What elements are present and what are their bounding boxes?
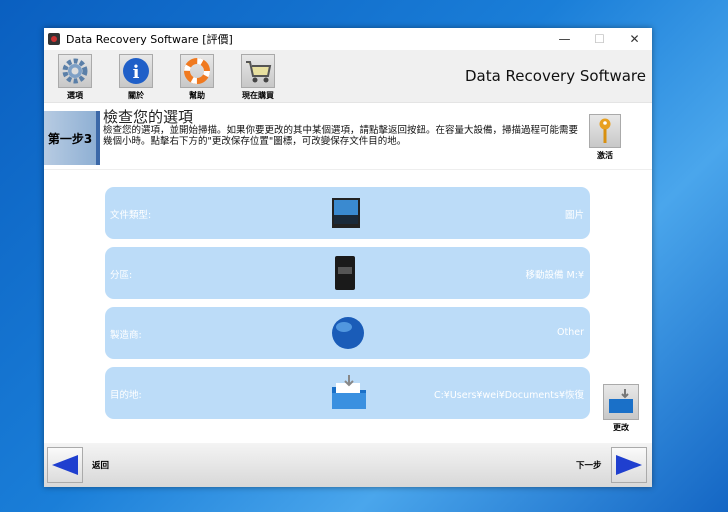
next-label: 下一步: [576, 461, 602, 471]
key-icon: [589, 114, 621, 148]
page-description: 檢查您的選項，並開始掃描。如果你要更改的其中某個選項，請點擊返回按鈕。在容量大設…: [103, 125, 579, 147]
summary-row-partition[interactable]: 分區: 移動設備 M:¥: [105, 247, 590, 299]
buy-now-button[interactable]: 現在購買: [238, 54, 278, 101]
back-button[interactable]: [47, 447, 83, 483]
folder-icon: [331, 375, 366, 411]
help-button[interactable]: 幫助: [177, 54, 217, 101]
row-label: 製造商:: [110, 330, 142, 341]
row-value: 圖片: [564, 210, 584, 221]
row-label: 分區:: [110, 270, 133, 281]
info-icon: i: [119, 54, 153, 88]
about-button[interactable]: i 關於: [116, 54, 156, 101]
next-button[interactable]: [611, 447, 647, 483]
title-bar: Data Recovery Software [評價] — ☐ ✕: [44, 28, 652, 50]
toolbar: 選項 i 關於 幫助 現在購買 Data Recovery Software: [44, 50, 652, 103]
row-value: C:¥Users¥wei¥Documents¥恢復: [433, 390, 584, 401]
summary-row-destination[interactable]: 目的地: C:¥Users¥wei¥Documents¥恢復: [105, 367, 590, 419]
about-label: 關於: [128, 91, 144, 100]
step-header: 第一步3 檢查您的選項 檢查您的選項，並開始掃描。如果你要更改的其中某個選項，請…: [44, 103, 652, 170]
arrow-right-icon: [616, 455, 642, 475]
help-label: 幫助: [189, 91, 205, 100]
folder-download-icon: [603, 384, 639, 420]
back-label: 返回: [92, 461, 110, 471]
step-indicator: 第一步3: [44, 111, 100, 165]
maximize-button[interactable]: ☐: [582, 32, 617, 46]
change-destination-button[interactable]: 更改: [603, 384, 639, 433]
options-button[interactable]: 選項: [55, 54, 95, 101]
row-label: 文件類型:: [110, 210, 152, 221]
options-label: 選項: [67, 91, 83, 100]
close-button[interactable]: ✕: [617, 32, 652, 46]
summary-row-manufacturer[interactable]: 製造商: Other: [105, 307, 590, 359]
activate-button[interactable]: 激活: [589, 114, 621, 161]
row-label: 目的地:: [110, 390, 142, 401]
minimize-button[interactable]: —: [547, 32, 582, 46]
brand-title: Data Recovery Software: [464, 67, 646, 85]
activate-label: 激活: [597, 151, 613, 160]
device-icon: [331, 255, 361, 291]
row-value: Other: [557, 327, 584, 338]
photo-icon: [331, 195, 361, 231]
app-window: Data Recovery Software [評價] — ☐ ✕ 選項 i 關…: [44, 28, 652, 487]
window-title: Data Recovery Software [評價]: [66, 33, 233, 46]
buy-now-label: 現在購買: [242, 91, 274, 100]
row-value: 移動設備 M:¥: [525, 270, 584, 281]
arrow-left-icon: [52, 455, 78, 475]
cart-icon: [241, 54, 275, 88]
footer-bar: 返回 下一步: [44, 443, 652, 487]
lifebuoy-icon: [180, 54, 214, 88]
svg-text:i: i: [133, 62, 140, 83]
summary-row-file-type[interactable]: 文件類型: 圖片: [105, 187, 590, 239]
change-label: 更改: [613, 423, 629, 432]
page-title: 檢查您的選項: [103, 108, 194, 126]
app-icon: [48, 33, 60, 45]
gear-icon: [58, 54, 92, 88]
globe-icon: [331, 315, 364, 351]
summary-panel: 文件類型: 圖片 分區: 移動設備 M:¥ 製造商: Other 目的地: C:…: [44, 170, 652, 443]
